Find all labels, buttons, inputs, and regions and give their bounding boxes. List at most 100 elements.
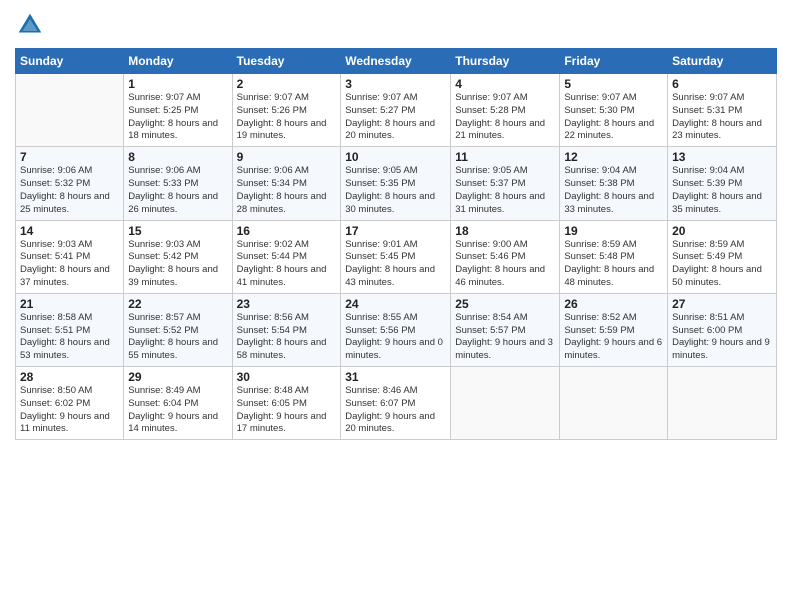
day-cell: 15Sunrise: 9:03 AMSunset: 5:42 PMDayligh… <box>124 220 232 293</box>
calendar-table: SundayMondayTuesdayWednesdayThursdayFrid… <box>15 48 777 440</box>
day-cell: 24Sunrise: 8:55 AMSunset: 5:56 PMDayligh… <box>341 293 451 366</box>
day-info: Sunrise: 9:07 AMSunset: 5:28 PMDaylight:… <box>455 92 555 143</box>
day-number: 2 <box>237 77 337 91</box>
day-info: Sunrise: 8:56 AMSunset: 5:54 PMDaylight:… <box>237 312 337 363</box>
day-number: 28 <box>20 370 119 384</box>
week-row-1: 1Sunrise: 9:07 AMSunset: 5:25 PMDaylight… <box>16 74 777 147</box>
day-info: Sunrise: 9:07 AMSunset: 5:30 PMDaylight:… <box>564 92 663 143</box>
day-number: 16 <box>237 224 337 238</box>
day-info: Sunrise: 9:07 AMSunset: 5:27 PMDaylight:… <box>345 92 446 143</box>
day-cell: 22Sunrise: 8:57 AMSunset: 5:52 PMDayligh… <box>124 293 232 366</box>
col-header-monday: Monday <box>124 49 232 74</box>
day-info: Sunrise: 9:04 AMSunset: 5:38 PMDaylight:… <box>564 165 663 216</box>
day-number: 14 <box>20 224 119 238</box>
day-cell <box>451 367 560 440</box>
logo-icon <box>15 10 45 40</box>
day-info: Sunrise: 9:05 AMSunset: 5:35 PMDaylight:… <box>345 165 446 216</box>
day-cell: 12Sunrise: 9:04 AMSunset: 5:38 PMDayligh… <box>560 147 668 220</box>
week-row-5: 28Sunrise: 8:50 AMSunset: 6:02 PMDayligh… <box>16 367 777 440</box>
day-number: 10 <box>345 150 446 164</box>
day-info: Sunrise: 9:03 AMSunset: 5:41 PMDaylight:… <box>20 239 119 290</box>
day-cell: 23Sunrise: 8:56 AMSunset: 5:54 PMDayligh… <box>232 293 341 366</box>
page: SundayMondayTuesdayWednesdayThursdayFrid… <box>0 0 792 612</box>
day-info: Sunrise: 9:07 AMSunset: 5:25 PMDaylight:… <box>128 92 227 143</box>
day-info: Sunrise: 9:01 AMSunset: 5:45 PMDaylight:… <box>345 239 446 290</box>
day-number: 24 <box>345 297 446 311</box>
day-cell: 16Sunrise: 9:02 AMSunset: 5:44 PMDayligh… <box>232 220 341 293</box>
day-cell: 13Sunrise: 9:04 AMSunset: 5:39 PMDayligh… <box>668 147 777 220</box>
day-cell: 26Sunrise: 8:52 AMSunset: 5:59 PMDayligh… <box>560 293 668 366</box>
day-info: Sunrise: 8:51 AMSunset: 6:00 PMDaylight:… <box>672 312 772 363</box>
col-header-friday: Friday <box>560 49 668 74</box>
day-cell <box>560 367 668 440</box>
col-header-sunday: Sunday <box>16 49 124 74</box>
day-info: Sunrise: 9:03 AMSunset: 5:42 PMDaylight:… <box>128 239 227 290</box>
day-info: Sunrise: 9:05 AMSunset: 5:37 PMDaylight:… <box>455 165 555 216</box>
day-info: Sunrise: 8:50 AMSunset: 6:02 PMDaylight:… <box>20 385 119 436</box>
logo <box>15 10 49 40</box>
day-cell: 21Sunrise: 8:58 AMSunset: 5:51 PMDayligh… <box>16 293 124 366</box>
day-cell: 2Sunrise: 9:07 AMSunset: 5:26 PMDaylight… <box>232 74 341 147</box>
day-cell: 30Sunrise: 8:48 AMSunset: 6:05 PMDayligh… <box>232 367 341 440</box>
day-cell: 11Sunrise: 9:05 AMSunset: 5:37 PMDayligh… <box>451 147 560 220</box>
col-header-saturday: Saturday <box>668 49 777 74</box>
day-cell: 4Sunrise: 9:07 AMSunset: 5:28 PMDaylight… <box>451 74 560 147</box>
day-cell: 9Sunrise: 9:06 AMSunset: 5:34 PMDaylight… <box>232 147 341 220</box>
day-cell: 20Sunrise: 8:59 AMSunset: 5:49 PMDayligh… <box>668 220 777 293</box>
day-number: 18 <box>455 224 555 238</box>
day-number: 7 <box>20 150 119 164</box>
day-number: 30 <box>237 370 337 384</box>
day-number: 25 <box>455 297 555 311</box>
day-info: Sunrise: 8:52 AMSunset: 5:59 PMDaylight:… <box>564 312 663 363</box>
day-info: Sunrise: 9:07 AMSunset: 5:26 PMDaylight:… <box>237 92 337 143</box>
day-info: Sunrise: 8:59 AMSunset: 5:49 PMDaylight:… <box>672 239 772 290</box>
col-header-wednesday: Wednesday <box>341 49 451 74</box>
day-info: Sunrise: 8:57 AMSunset: 5:52 PMDaylight:… <box>128 312 227 363</box>
day-info: Sunrise: 9:06 AMSunset: 5:32 PMDaylight:… <box>20 165 119 216</box>
day-number: 11 <box>455 150 555 164</box>
col-header-tuesday: Tuesday <box>232 49 341 74</box>
day-info: Sunrise: 8:48 AMSunset: 6:05 PMDaylight:… <box>237 385 337 436</box>
day-number: 3 <box>345 77 446 91</box>
day-cell: 18Sunrise: 9:00 AMSunset: 5:46 PMDayligh… <box>451 220 560 293</box>
day-number: 31 <box>345 370 446 384</box>
day-number: 23 <box>237 297 337 311</box>
day-number: 9 <box>237 150 337 164</box>
col-header-thursday: Thursday <box>451 49 560 74</box>
day-number: 5 <box>564 77 663 91</box>
day-number: 20 <box>672 224 772 238</box>
day-cell <box>668 367 777 440</box>
day-cell: 5Sunrise: 9:07 AMSunset: 5:30 PMDaylight… <box>560 74 668 147</box>
day-number: 21 <box>20 297 119 311</box>
day-info: Sunrise: 8:58 AMSunset: 5:51 PMDaylight:… <box>20 312 119 363</box>
header <box>15 10 777 40</box>
day-number: 4 <box>455 77 555 91</box>
day-number: 17 <box>345 224 446 238</box>
day-number: 22 <box>128 297 227 311</box>
day-info: Sunrise: 9:06 AMSunset: 5:34 PMDaylight:… <box>237 165 337 216</box>
day-cell: 3Sunrise: 9:07 AMSunset: 5:27 PMDaylight… <box>341 74 451 147</box>
day-number: 29 <box>128 370 227 384</box>
day-info: Sunrise: 9:07 AMSunset: 5:31 PMDaylight:… <box>672 92 772 143</box>
day-number: 1 <box>128 77 227 91</box>
day-cell: 10Sunrise: 9:05 AMSunset: 5:35 PMDayligh… <box>341 147 451 220</box>
day-number: 13 <box>672 150 772 164</box>
week-row-3: 14Sunrise: 9:03 AMSunset: 5:41 PMDayligh… <box>16 220 777 293</box>
day-info: Sunrise: 8:46 AMSunset: 6:07 PMDaylight:… <box>345 385 446 436</box>
day-cell: 25Sunrise: 8:54 AMSunset: 5:57 PMDayligh… <box>451 293 560 366</box>
day-number: 15 <box>128 224 227 238</box>
day-cell: 6Sunrise: 9:07 AMSunset: 5:31 PMDaylight… <box>668 74 777 147</box>
day-number: 6 <box>672 77 772 91</box>
day-cell: 14Sunrise: 9:03 AMSunset: 5:41 PMDayligh… <box>16 220 124 293</box>
day-cell: 27Sunrise: 8:51 AMSunset: 6:00 PMDayligh… <box>668 293 777 366</box>
day-info: Sunrise: 8:55 AMSunset: 5:56 PMDaylight:… <box>345 312 446 363</box>
day-cell: 1Sunrise: 9:07 AMSunset: 5:25 PMDaylight… <box>124 74 232 147</box>
day-cell: 8Sunrise: 9:06 AMSunset: 5:33 PMDaylight… <box>124 147 232 220</box>
day-info: Sunrise: 8:49 AMSunset: 6:04 PMDaylight:… <box>128 385 227 436</box>
day-number: 8 <box>128 150 227 164</box>
day-number: 26 <box>564 297 663 311</box>
day-number: 19 <box>564 224 663 238</box>
day-cell: 31Sunrise: 8:46 AMSunset: 6:07 PMDayligh… <box>341 367 451 440</box>
day-cell: 17Sunrise: 9:01 AMSunset: 5:45 PMDayligh… <box>341 220 451 293</box>
day-number: 27 <box>672 297 772 311</box>
